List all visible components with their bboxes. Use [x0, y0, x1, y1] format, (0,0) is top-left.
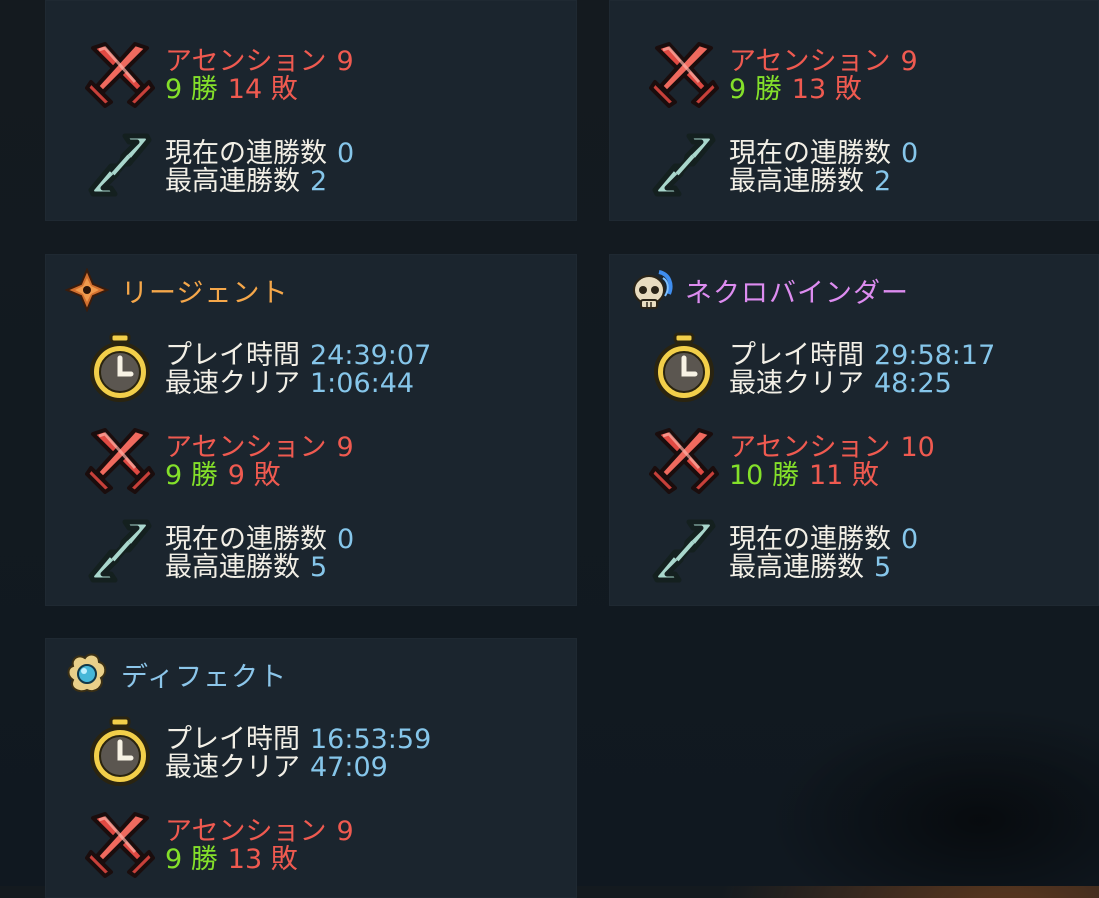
regent-crest-icon: [65, 268, 109, 312]
character-card-necrobinder: ネクロバインダー プレイ時間 29:58:17 最速クリア 48:25 アセンション…: [609, 254, 1099, 606]
win-loss-line: 9 勝 13 敗: [165, 844, 298, 875]
ascension-stat: アセンション 9 9 勝 13 敗: [85, 808, 555, 878]
ascension-stat: アセンション 9 9 勝9 敗: [85, 424, 555, 494]
character-card-regent: リージェント プレイ時間 24:39:07 最速クリア 1:06:44 アセンション…: [45, 254, 577, 606]
playtime-line: プレイ時間 24:39:07: [165, 340, 432, 371]
streak-stat: 現在の連勝数 0 最高連勝数 2: [649, 130, 1099, 200]
character-card-top-left: アセンション 9 9 勝 14 敗 現在の連勝数 0 最高連勝数 2: [45, 0, 577, 221]
stopwatch-icon: [85, 332, 155, 402]
crossed-swords-icon: [85, 38, 155, 108]
ascension-stat: アセンション 9 9 勝 13 敗: [649, 38, 1099, 108]
chain-link-icon: [649, 516, 719, 586]
chain-link-icon: [649, 130, 719, 200]
stopwatch-icon: [649, 332, 719, 402]
character-name: ネクロバインダー: [685, 277, 909, 309]
character-name: リージェント: [121, 277, 289, 309]
current-streak-line: 現在の連勝数 0: [165, 138, 355, 169]
crossed-swords-icon: [85, 808, 155, 878]
crossed-swords-icon: [649, 38, 719, 108]
streak-stat: 現在の連勝数 0 最高連勝数 2: [85, 130, 555, 200]
streak-stat: 現在の連勝数 0 最高連勝数 5: [649, 516, 1099, 586]
best-streak-line: 最高連勝数 2: [165, 166, 328, 197]
current-streak-line: 現在の連勝数 0: [165, 524, 355, 555]
orb-icon: [67, 653, 107, 693]
ascension-line: アセンション 9: [165, 816, 354, 847]
ascension-line: アセンション 9: [165, 432, 354, 463]
current-streak-line: 現在の連勝数 0: [729, 138, 919, 169]
streak-stat: 現在の連勝数 0 最高連勝数 5: [85, 516, 555, 586]
best-streak-line: 最高連勝数 2: [729, 166, 892, 197]
character-header: ディフェクト: [65, 652, 287, 696]
chain-link-icon: [85, 130, 155, 200]
win-loss-line: 10 勝 11 敗: [729, 460, 879, 491]
time-stat: プレイ時間 16:53:59 最速クリア 47:09: [85, 716, 555, 786]
ascension-line: アセンション 9: [729, 46, 918, 77]
character-name: ディフェクト: [121, 661, 288, 693]
time-stat: プレイ時間 29:58:17 最速クリア 48:25: [649, 332, 1099, 402]
character-header: ネクロバインダー: [629, 268, 909, 312]
best-streak-line: 最高連勝数 5: [729, 552, 892, 583]
stopwatch-icon: [85, 716, 155, 786]
ascension-line: アセンション 9: [165, 46, 354, 77]
playtime-line: プレイ時間 16:53:59: [165, 724, 432, 755]
character-header: リージェント: [65, 268, 288, 312]
fastest-clear-line: 最速クリア 48:25: [729, 368, 952, 399]
crossed-swords-icon: [85, 424, 155, 494]
best-streak-line: 最高連勝数 5: [165, 552, 328, 583]
current-streak-line: 現在の連勝数 0: [729, 524, 919, 555]
win-loss-line: 9 勝 14 敗: [165, 74, 298, 105]
skull-icon: [633, 270, 673, 309]
ascension-line: アセンション 10: [729, 432, 935, 463]
fastest-clear-line: 最速クリア 47:09: [165, 752, 388, 783]
playtime-line: プレイ時間 29:58:17: [729, 340, 996, 371]
win-loss-line: 9 勝 13 敗: [729, 74, 862, 105]
win-loss-line: 9 勝9 敗: [165, 460, 281, 491]
character-card-defect: ディフェクト プレイ時間 16:53:59 最速クリア 47:09 アセンション 9 …: [45, 638, 577, 898]
crossed-swords-icon: [649, 424, 719, 494]
chain-link-icon: [85, 516, 155, 586]
time-stat: プレイ時間 24:39:07 最速クリア 1:06:44: [85, 332, 555, 402]
character-card-top-right: アセンション 9 9 勝 13 敗 現在の連勝数 0 最高連勝数 2: [609, 0, 1099, 221]
ascension-stat: アセンション 9 9 勝 14 敗: [85, 38, 555, 108]
ascension-stat: アセンション 10 10 勝 11 敗: [649, 424, 1099, 494]
fastest-clear-line: 最速クリア 1:06:44: [165, 368, 415, 399]
